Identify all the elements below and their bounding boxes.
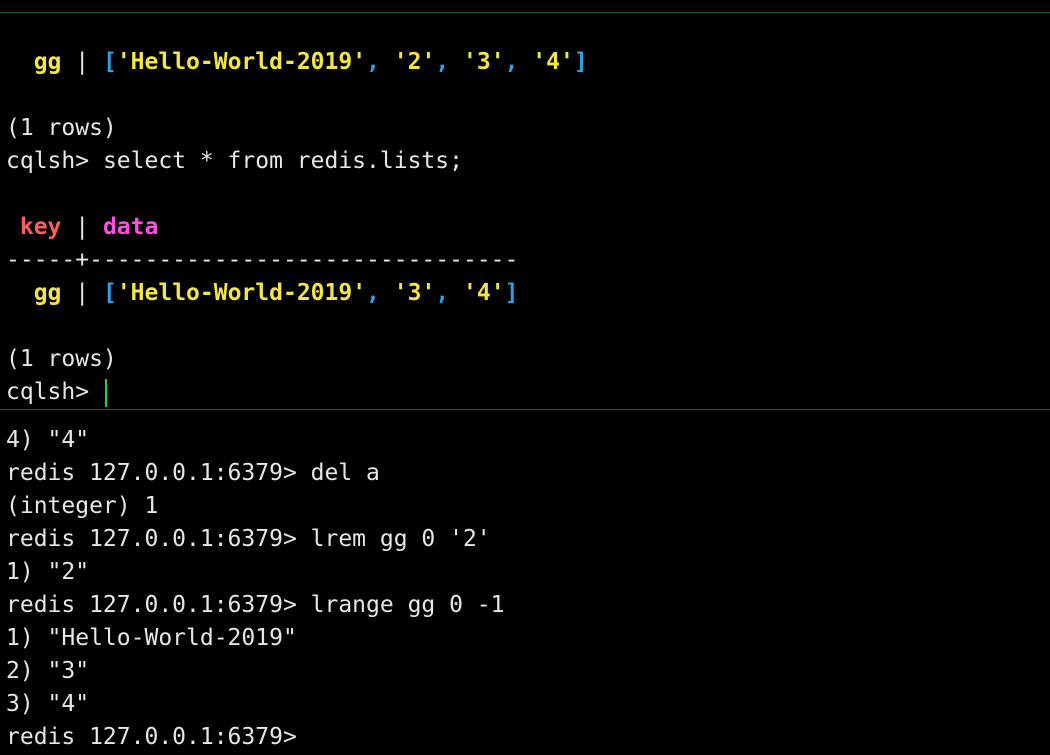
list-item: '4' bbox=[532, 49, 574, 75]
list-item: 'Hello-World-2019' bbox=[116, 280, 367, 306]
active-prompt-line[interactable]: cqlsh> bbox=[6, 376, 1050, 409]
list-comma: , bbox=[366, 280, 394, 306]
text-cursor bbox=[104, 378, 107, 407]
active-redis-prompt[interactable]: redis 127.0.0.1:6379> bbox=[6, 721, 1050, 754]
rows-count: (1 rows) bbox=[6, 115, 117, 141]
header-data: data bbox=[102, 214, 159, 240]
column-separator: | bbox=[61, 49, 103, 75]
terminal-line: redis 127.0.0.1:6379> lrange gg 0 -1 bbox=[6, 592, 505, 618]
list-item: 'Hello-World-2019' bbox=[116, 49, 367, 75]
list-item: '2' bbox=[393, 49, 436, 75]
column-separator: | bbox=[61, 280, 103, 306]
redis-cli-pane[interactable]: 4) "4" redis 127.0.0.1:6379> del a (inte… bbox=[0, 409, 1050, 755]
command-line: cqlsh> select * from redis.lists; bbox=[6, 145, 1050, 178]
list-comma: , bbox=[504, 49, 533, 75]
terminal-line: 4) "4" bbox=[6, 427, 90, 453]
terminal-line: redis 127.0.0.1:6379> del a bbox=[6, 460, 380, 486]
list-open-bracket: [ bbox=[102, 49, 117, 75]
column-header: key | data bbox=[6, 211, 1050, 244]
command-text: select * from redis.lists; bbox=[102, 148, 463, 174]
list-comma: , bbox=[435, 49, 464, 75]
terminal-line: 1) "2" bbox=[6, 559, 90, 585]
terminal-line: (integer) 1 bbox=[6, 493, 159, 519]
cqlsh-prompt: cqlsh> bbox=[6, 148, 103, 174]
row-key: gg bbox=[33, 49, 62, 75]
list-comma: , bbox=[435, 280, 464, 306]
cqlsh-prompt: cqlsh> bbox=[6, 379, 103, 405]
list-item: '3' bbox=[463, 49, 505, 75]
result-row: gg | ['Hello-World-2019', '3', '4'] bbox=[6, 277, 1050, 310]
terminal-line: 2) "3" bbox=[6, 658, 90, 684]
terminal-line: redis 127.0.0.1:6379> lrem gg 0 '2' bbox=[6, 526, 491, 552]
header-key: key bbox=[19, 214, 62, 240]
list-item: '3' bbox=[393, 280, 436, 306]
list-close-bracket: ] bbox=[504, 280, 519, 306]
row-key: gg bbox=[33, 280, 62, 306]
column-separator: | bbox=[61, 214, 103, 240]
cqlsh-pane[interactable]: gg | ['Hello-World-2019', '2', '3', '4']… bbox=[0, 12, 1050, 408]
list-open-bracket: [ bbox=[102, 280, 117, 306]
rows-count: (1 rows) bbox=[6, 346, 117, 372]
list-item: '4' bbox=[463, 280, 505, 306]
header-divider: -----+------------------------------- bbox=[6, 247, 519, 273]
terminal-line: 3) "4" bbox=[6, 691, 90, 717]
list-close-bracket: ] bbox=[573, 49, 588, 75]
list-comma: , bbox=[366, 49, 394, 75]
result-row: gg | ['Hello-World-2019', '2', '3', '4'] bbox=[6, 46, 1050, 79]
terminal-line: 1) "Hello-World-2019" bbox=[6, 625, 297, 651]
